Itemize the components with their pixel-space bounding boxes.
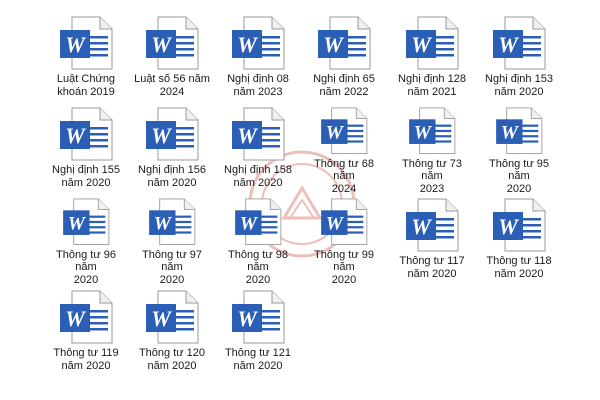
- svg-text:W: W: [237, 306, 258, 331]
- file-item[interactable]: W Thông tư 117 năm 2020: [390, 198, 474, 286]
- svg-text:W: W: [68, 214, 87, 235]
- word-document-icon: W: [63, 198, 110, 246]
- word-document-icon: W: [493, 198, 546, 252]
- svg-text:W: W: [326, 214, 345, 235]
- svg-text:W: W: [498, 32, 519, 57]
- file-item[interactable]: W Nghị định 128 năm 2021: [390, 16, 474, 104]
- svg-text:W: W: [151, 32, 172, 57]
- file-name-label: Thông tư 73 năm 2023: [402, 157, 462, 195]
- file-item[interactable]: W Luật Chứng khoán 2019: [44, 16, 128, 104]
- svg-text:W: W: [323, 32, 344, 57]
- svg-text:W: W: [154, 214, 173, 235]
- svg-text:W: W: [65, 32, 86, 57]
- word-document-icon: W: [60, 290, 113, 344]
- file-name-label: Thông tư 98 năm 2020: [228, 248, 288, 286]
- file-name-label: Nghị định 128 năm 2021: [398, 73, 466, 98]
- file-name-label: Thông tư 68 năm 2024: [314, 157, 374, 195]
- svg-text:W: W: [65, 123, 86, 148]
- svg-text:W: W: [151, 123, 172, 148]
- file-item[interactable]: W Thông tư 68 năm 2024: [302, 107, 386, 195]
- file-name-label: Thông tư 118 năm 2020: [486, 255, 552, 280]
- file-item[interactable]: W Thông tư 119 năm 2020: [44, 290, 128, 378]
- svg-text:W: W: [326, 123, 345, 144]
- word-document-icon: W: [232, 16, 285, 70]
- file-item[interactable]: W Nghị định 156 năm 2020: [130, 107, 214, 195]
- file-item[interactable]: W Thông tư 73 năm 2023: [390, 107, 474, 195]
- file-name-label: Luật Chứng khoán 2019: [56, 73, 116, 98]
- file-name-label: Nghị định 158 năm 2020: [224, 164, 292, 189]
- svg-text:W: W: [411, 214, 432, 239]
- file-name-label: Thông tư 119 năm 2020: [53, 347, 119, 372]
- file-name-label: Nghị định 08 năm 2023: [227, 73, 289, 98]
- file-item[interactable]: W Nghị định 08 năm 2023: [216, 16, 300, 104]
- file-item[interactable]: W Luật số 56 năm 2024: [130, 16, 214, 104]
- word-document-icon: W: [232, 107, 285, 161]
- svg-text:W: W: [65, 306, 86, 331]
- word-document-icon: W: [493, 16, 546, 70]
- file-name-label: Thông tư 121 năm 2020: [224, 347, 292, 372]
- file-name-label: Thông tư 96 năm 2020: [56, 248, 116, 286]
- file-item[interactable]: W Nghị định 65 năm 2022: [302, 16, 386, 104]
- file-item[interactable]: W Nghị định 155 năm 2020: [44, 107, 128, 195]
- file-name-label: Nghị định 65 năm 2022: [313, 73, 375, 98]
- file-item[interactable]: W Thông tư 121 năm 2020: [216, 290, 300, 378]
- word-document-icon: W: [318, 16, 371, 70]
- svg-text:W: W: [237, 123, 258, 148]
- file-item[interactable]: W Thông tư 96 năm 2020: [44, 198, 128, 286]
- file-name-label: Thông tư 95 năm 2020: [489, 157, 549, 195]
- svg-text:W: W: [501, 123, 520, 144]
- word-document-icon: W: [60, 107, 113, 161]
- file-name-label: Nghị định 153 năm 2020: [485, 73, 553, 98]
- word-document-icon: W: [406, 16, 459, 70]
- file-name-label: Thông tư 97 năm 2020: [142, 248, 202, 286]
- word-document-icon: W: [235, 198, 282, 246]
- word-document-icon: W: [60, 16, 113, 70]
- file-name-label: Thông tư 120 năm 2020: [138, 347, 206, 372]
- svg-text:W: W: [151, 306, 172, 331]
- file-name-label: Thông tư 117 năm 2020: [399, 255, 465, 280]
- file-name-label: Nghị định 155 năm 2020: [52, 164, 120, 189]
- file-name-label: Nghị định 156 năm 2020: [138, 164, 206, 189]
- word-document-icon: W: [146, 107, 199, 161]
- word-document-icon: W: [409, 107, 456, 155]
- file-item[interactable]: W Nghị định 158 năm 2020: [216, 107, 300, 195]
- file-explorer-grid: W Luật Chứng khoán 2019 W Luật số 56 năm…: [0, 0, 600, 400]
- word-document-icon: W: [146, 16, 199, 70]
- svg-text:W: W: [237, 32, 258, 57]
- file-item[interactable]: W Thông tư 118 năm 2020: [477, 198, 561, 286]
- file-item[interactable]: W Nghị định 153 năm 2020: [477, 16, 561, 104]
- word-document-icon: W: [149, 198, 196, 246]
- file-item[interactable]: W Thông tư 98 năm 2020: [216, 198, 300, 286]
- word-document-icon: W: [406, 198, 459, 252]
- word-document-icon: W: [321, 198, 368, 246]
- file-name-label: Thông tư 99 năm 2020: [314, 248, 374, 286]
- file-name-label: Luật số 56 năm 2024: [134, 73, 210, 98]
- svg-text:W: W: [414, 123, 433, 144]
- file-item[interactable]: W Thông tư 95 năm 2020: [477, 107, 561, 195]
- word-document-icon: W: [232, 290, 285, 344]
- word-document-icon: W: [321, 107, 368, 155]
- file-item[interactable]: W Thông tư 99 năm 2020: [302, 198, 386, 286]
- file-item[interactable]: W Thông tư 97 năm 2020: [130, 198, 214, 286]
- file-item[interactable]: W Thông tư 120 năm 2020: [130, 290, 214, 378]
- svg-text:W: W: [498, 214, 519, 239]
- svg-text:W: W: [411, 32, 432, 57]
- word-document-icon: W: [496, 107, 543, 155]
- svg-text:W: W: [240, 214, 259, 235]
- word-document-icon: W: [146, 290, 199, 344]
